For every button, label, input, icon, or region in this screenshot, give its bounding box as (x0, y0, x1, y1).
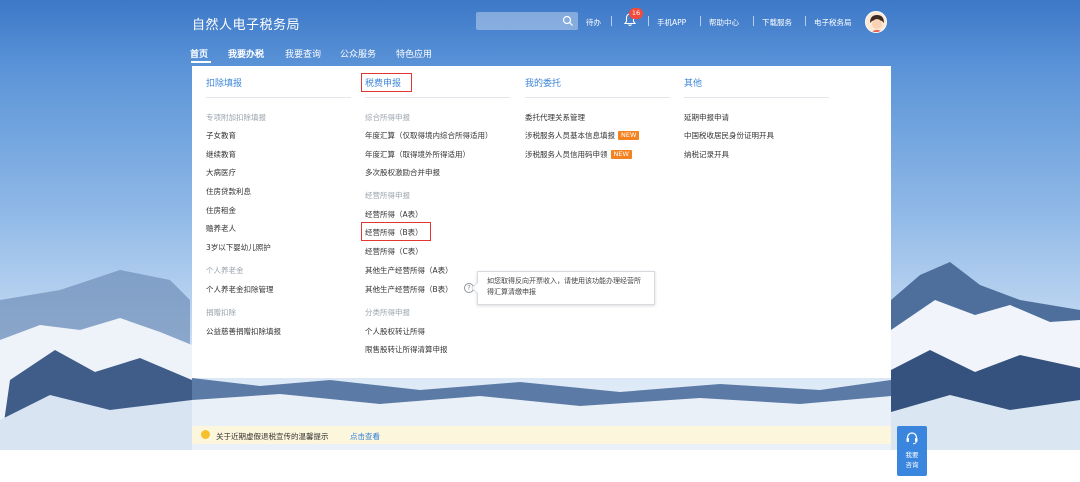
menu-item[interactable]: 其他生产经营所得（B表） (365, 284, 453, 295)
etax-link[interactable]: 电子税务局 (814, 17, 852, 28)
site-title[interactable]: 自然人电子税务局 (192, 14, 300, 33)
menu-item[interactable]: 多次股权激励合并申报 (365, 167, 440, 178)
nav-tax-handling[interactable]: 我要办税 (228, 47, 264, 60)
column-divider (525, 97, 670, 98)
nav-home[interactable]: 首页 (190, 47, 208, 60)
notification-badge: 16 (629, 8, 643, 19)
divider (611, 16, 612, 26)
tooltip-text: 如您取得反向开票收入，请使用该功能办理经营所得汇算清缴申报 (487, 277, 641, 296)
new-badge: NEW (618, 131, 640, 140)
column-title-delegation[interactable]: 我的委托 (525, 76, 561, 89)
mobile-app-link[interactable]: 手机APP (657, 17, 686, 28)
headset-icon (906, 432, 918, 445)
column-title-other[interactable]: 其他 (684, 76, 702, 89)
menu-item[interactable]: 延期申报申请 (684, 112, 729, 123)
group-label: 专项附加扣除填报 (206, 113, 266, 122)
group-label: 经营所得申报 (365, 191, 410, 200)
consult-label: 我要 (905, 451, 919, 459)
menu-item[interactable]: 住房贷款利息 (206, 186, 251, 197)
menu-item[interactable]: 委托代理关系管理 (525, 112, 585, 123)
divider (648, 16, 649, 26)
menu-item[interactable]: 年度汇算（仅取得境内综合所得适用） (365, 130, 493, 141)
notice-bar: 关于近期虚假退税宣传的温馨提示 点击查看 (192, 426, 891, 444)
menu-item[interactable]: 子女教育 (206, 130, 236, 141)
download-link[interactable]: 下载服务 (762, 17, 792, 28)
menu-item[interactable]: 涉税服务人员基本信息填报 NEW (525, 130, 640, 141)
divider (805, 16, 806, 26)
search-input[interactable] (476, 12, 578, 30)
menu-item-label: 涉税服务人员信用码申领 (525, 150, 608, 159)
todo-link[interactable]: 待办 (586, 17, 601, 28)
menu-item[interactable]: 继续教育 (206, 149, 236, 160)
help-tooltip: 如您取得反向开票收入，请使用该功能办理经营所得汇算清缴申报 (471, 271, 655, 305)
nav-active-indicator (191, 61, 211, 63)
column-title-deduction[interactable]: 扣除填报 (206, 76, 242, 89)
menu-item[interactable]: 纳税记录开具 (684, 149, 729, 160)
menu-item[interactable]: 涉税服务人员信用码申领 NEW (525, 149, 632, 160)
top-header: 自然人电子税务局 待办 16 手机APP 帮助中心 下载服务 电子税务局 首页 … (0, 0, 1080, 66)
help-center-link[interactable]: 帮助中心 (709, 17, 739, 28)
avatar[interactable] (865, 11, 887, 33)
nav-public-service[interactable]: 公众服务 (340, 47, 376, 60)
notice-view-link[interactable]: 点击查看 (350, 431, 380, 442)
consult-label: 咨询 (905, 461, 919, 469)
nav-query[interactable]: 我要查询 (285, 47, 321, 60)
menu-item[interactable]: 赡养老人 (206, 223, 236, 234)
column-divider (684, 97, 829, 98)
user-avatar-icon (866, 12, 886, 32)
divider (700, 16, 701, 26)
menu-item[interactable]: 限售股转让所得清算申报 (365, 344, 448, 355)
group-label: 捐赠扣除 (206, 308, 236, 317)
notice-bulb-icon (201, 430, 210, 439)
nav-featured-apps[interactable]: 特色应用 (396, 47, 432, 60)
menu-item[interactable]: 经营所得（A表） (365, 209, 423, 220)
divider (753, 16, 754, 26)
consult-button[interactable]: 我要 咨询 (897, 426, 927, 476)
column-title-tax-filing[interactable]: 税费申报 (365, 76, 401, 89)
group-label: 综合所得申报 (365, 113, 410, 122)
column-divider (365, 97, 510, 98)
menu-item[interactable]: 经营所得（C表） (365, 246, 423, 257)
menu-item[interactable]: 其他生产经营所得（A表） (365, 265, 453, 276)
group-label: 分类所得申报 (365, 308, 410, 317)
new-badge: NEW (610, 150, 632, 159)
menu-item-business-b[interactable]: 经营所得（B表） (365, 227, 423, 238)
menu-item[interactable]: 公益慈善捐赠扣除填报 (206, 326, 281, 337)
menu-item[interactable]: 年度汇算（取得境外所得适用） (365, 149, 470, 160)
menu-item-label: 涉税服务人员基本信息填报 (525, 131, 615, 140)
search-icon[interactable] (562, 15, 574, 27)
menu-item[interactable]: 3岁以下婴幼儿照护 (206, 242, 271, 253)
menu-item[interactable]: 个人股权转让所得 (365, 326, 425, 337)
menu-item[interactable]: 住房租金 (206, 205, 236, 216)
menu-item[interactable]: 大病医疗 (206, 167, 236, 178)
dropdown-menu-panel: 扣除填报 专项附加扣除填报 子女教育 继续教育 大病医疗 住房贷款利息 住房租金… (192, 66, 891, 378)
group-label: 个人养老金 (206, 266, 244, 275)
column-divider (206, 97, 351, 98)
menu-item[interactable]: 中国税收居民身份证明开具 (684, 130, 774, 141)
menu-item[interactable]: 个人养老金扣除管理 (206, 284, 274, 295)
notice-text[interactable]: 关于近期虚假退税宣传的温馨提示 (216, 431, 329, 442)
